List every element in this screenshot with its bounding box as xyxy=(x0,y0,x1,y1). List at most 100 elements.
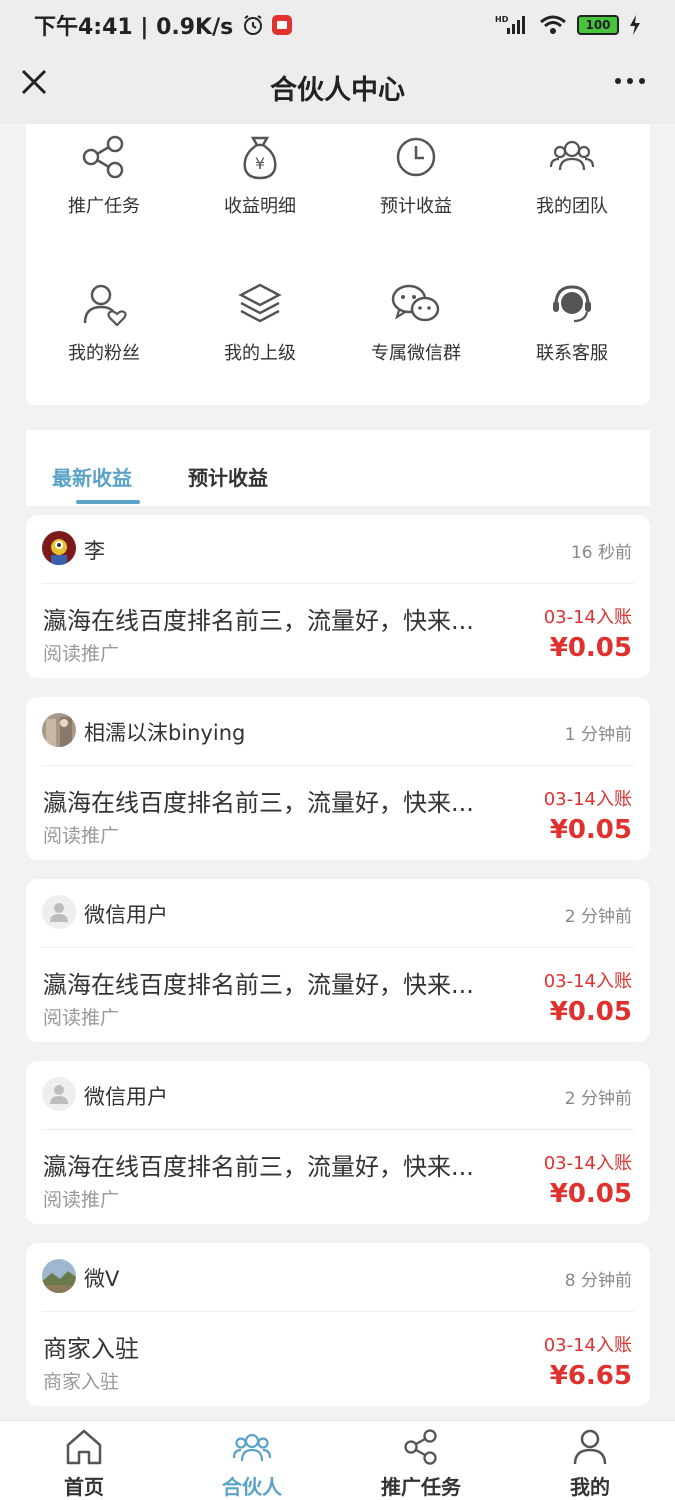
grid-item-wechat-group[interactable]: 专属微信群 xyxy=(338,279,494,365)
earnings-tabs: 最新收益 预计收益 xyxy=(26,430,650,506)
entry-headline: 瀛海在线百度排名前三，流量好，快来... xyxy=(43,1153,474,1181)
grid-item-expected-earnings[interactable]: 预计收益 xyxy=(338,132,494,218)
clock-icon xyxy=(396,137,436,177)
partner-icon xyxy=(232,1433,272,1462)
user-name: 微信用户 xyxy=(84,1085,168,1109)
grid-item-my-superior[interactable]: 我的上级 xyxy=(182,279,338,365)
layers-icon xyxy=(238,283,282,323)
entry-time: 8 分钟前 xyxy=(564,1271,632,1291)
divider xyxy=(42,947,634,948)
grid-item-label: 我的粉丝 xyxy=(68,343,140,364)
tab-active-indicator xyxy=(76,500,140,504)
avatar xyxy=(42,895,76,929)
avatar xyxy=(42,1259,76,1293)
user-icon xyxy=(573,1429,607,1465)
entry-date: 03-14入账 xyxy=(543,1335,632,1356)
nav-home[interactable]: 首页 xyxy=(0,1421,168,1500)
avatar xyxy=(42,713,76,747)
entry-time: 2 分钟前 xyxy=(564,907,632,927)
nav-label: 我的 xyxy=(570,1475,610,1499)
tab-expected-earnings[interactable]: 预计收益 xyxy=(188,462,268,491)
tab-latest-earnings[interactable]: 最新收益 xyxy=(52,462,132,491)
entry-headline: 瀛海在线百度排名前三，流量好，快来... xyxy=(43,789,474,817)
close-icon[interactable] xyxy=(20,68,48,96)
status-bar: 下午4:41 | 0.9K/s HD 100 xyxy=(0,0,675,50)
grid-item-my-fans[interactable]: 我的粉丝 xyxy=(26,279,182,365)
share-icon xyxy=(82,135,124,179)
avatar xyxy=(42,531,76,565)
entry-amount: ¥0.05 xyxy=(549,997,632,1027)
entry-headline: 瀛海在线百度排名前三，流量好，快来... xyxy=(43,607,474,635)
svg-text:¥: ¥ xyxy=(255,154,265,173)
divider xyxy=(42,765,634,766)
divider xyxy=(42,1129,634,1130)
user-name: 李 xyxy=(84,539,105,563)
entry-headline: 瀛海在线百度排名前三，流量好，快来... xyxy=(43,971,474,999)
nav-label: 推广任务 xyxy=(381,1475,461,1499)
entry-headline: 商家入驻 xyxy=(43,1335,139,1363)
user-name: 相濡以沫binying xyxy=(84,721,246,745)
grid-item-label: 我的上级 xyxy=(224,343,296,364)
svg-text:HD: HD xyxy=(495,15,509,24)
more-options-icon[interactable] xyxy=(615,78,645,84)
nav-promotion-tasks[interactable]: 推广任务 xyxy=(337,1421,505,1500)
battery-indicator: 100 xyxy=(577,15,619,35)
earning-entry[interactable]: 李 16 秒前 瀛海在线百度排名前三，流量好，快来... 阅读推广 03-14入… xyxy=(26,515,650,678)
entry-time: 16 秒前 xyxy=(570,543,632,563)
nav-label: 合伙人 xyxy=(222,1475,282,1499)
charging-icon xyxy=(629,15,641,35)
home-icon xyxy=(66,1429,102,1465)
money-bag-icon: ¥ xyxy=(243,136,277,180)
divider xyxy=(42,583,634,584)
share-icon xyxy=(404,1429,437,1465)
grid-item-label: 收益明细 xyxy=(224,196,296,217)
entry-amount: ¥0.05 xyxy=(549,633,632,663)
avatar xyxy=(42,1077,76,1111)
grid-item-promotion-tasks[interactable]: 推广任务 xyxy=(26,132,182,218)
page-title: 合伙人中心 xyxy=(270,74,405,106)
title-bar: 合伙人中心 xyxy=(0,50,675,124)
nav-mine[interactable]: 我的 xyxy=(506,1421,674,1500)
grid-item-my-team[interactable]: 我的团队 xyxy=(494,132,650,218)
entry-type: 阅读推广 xyxy=(43,1189,120,1211)
earning-entry[interactable]: 微信用户 2 分钟前 瀛海在线百度排名前三，流量好，快来... 阅读推广 03-… xyxy=(26,879,650,1042)
divider xyxy=(42,1311,634,1312)
wechat-icon xyxy=(391,284,440,322)
earning-entry[interactable]: 相濡以沫binying 1 分钟前 瀛海在线百度排名前三，流量好，快来... 阅… xyxy=(26,697,650,860)
wifi-icon xyxy=(539,14,567,36)
grid-item-label: 预计收益 xyxy=(380,196,452,217)
alarm-icon xyxy=(241,13,265,37)
entry-date: 03-14入账 xyxy=(543,1153,632,1174)
earning-entry[interactable]: 微信用户 2 分钟前 瀛海在线百度排名前三，流量好，快来... 阅读推广 03-… xyxy=(26,1061,650,1224)
nav-partner[interactable]: 合伙人 xyxy=(168,1421,336,1500)
user-name: 微V xyxy=(84,1267,120,1291)
headset-icon xyxy=(553,285,591,323)
earning-entry[interactable]: 微V 8 分钟前 商家入驻 商家入驻 03-14入账 ¥6.65 xyxy=(26,1243,650,1406)
bottom-nav: 首页 合伙人 推广任务 我的 xyxy=(0,1420,675,1500)
entry-time: 1 分钟前 xyxy=(564,725,632,745)
grid-item-earnings-detail[interactable]: ¥ 收益明细 xyxy=(182,132,338,218)
fan-icon xyxy=(83,284,127,327)
grid-item-label: 我的团队 xyxy=(536,196,608,217)
entry-amount: ¥6.65 xyxy=(549,1361,632,1391)
grid-item-label: 联系客服 xyxy=(536,343,608,364)
entry-type: 阅读推广 xyxy=(43,643,120,665)
status-time-speed: 下午4:41 | 0.9K/s xyxy=(34,15,234,40)
entry-type: 阅读推广 xyxy=(43,825,120,847)
grid-item-label: 专属微信群 xyxy=(371,343,461,364)
grid-item-customer-service[interactable]: 联系客服 xyxy=(494,279,650,365)
entry-date: 03-14入账 xyxy=(543,789,632,810)
entry-time: 2 分钟前 xyxy=(564,1089,632,1109)
entry-date: 03-14入账 xyxy=(543,607,632,628)
team-icon xyxy=(549,140,595,171)
signal-icon: HD xyxy=(495,14,529,36)
entry-amount: ¥0.05 xyxy=(549,815,632,845)
entry-amount: ¥0.05 xyxy=(549,1179,632,1209)
user-name: 微信用户 xyxy=(84,903,168,927)
entry-date: 03-14入账 xyxy=(543,971,632,992)
nav-label: 首页 xyxy=(64,1475,104,1499)
entry-type: 商家入驻 xyxy=(43,1371,120,1393)
grid-item-label: 推广任务 xyxy=(68,196,140,217)
app-notification-icon xyxy=(271,14,293,36)
function-grid: 推广任务 ¥ 收益明细 预计收益 我的团队 我的粉丝 我的上级 专属微信群 联系… xyxy=(26,124,650,405)
